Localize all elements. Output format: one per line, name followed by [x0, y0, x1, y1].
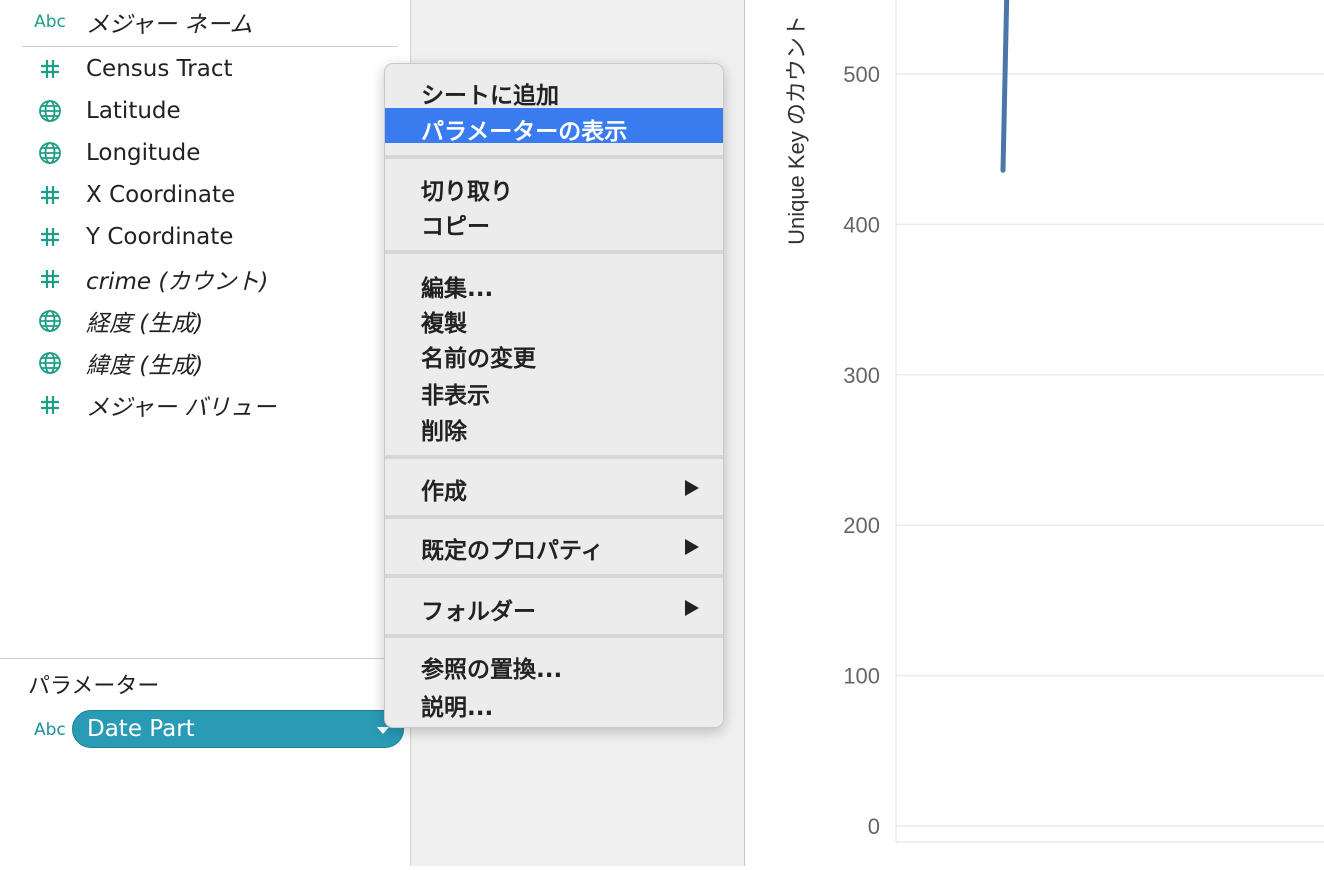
y-tick-label: 200 — [843, 513, 880, 538]
menu-separator — [385, 574, 723, 578]
y-axis-ticks: 500 400 300 200 100 0 — [843, 62, 880, 839]
globe-icon — [34, 141, 66, 165]
globe-icon — [34, 309, 66, 333]
field-label: Y Coordinate — [86, 224, 234, 250]
hash-icon — [34, 393, 66, 417]
data-pane: Abc メジャー ネーム Census Tract Latitude Longi… — [0, 0, 411, 866]
menu-item-cut[interactable]: 切り取り — [385, 168, 723, 205]
field-label: X Coordinate — [86, 182, 236, 208]
menu-item-rename[interactable]: 名前の変更 — [385, 335, 723, 372]
y-axis-label: Unique Key のカウント — [784, 15, 809, 245]
y-tick-label: 100 — [843, 664, 880, 689]
parameters-heading: パラメーター — [28, 674, 160, 699]
submenu-arrow-icon — [685, 600, 699, 616]
abc-icon: Abc — [34, 12, 66, 32]
y-tick-label: 500 — [843, 62, 880, 87]
hash-icon — [34, 225, 66, 249]
field-latitude-generated[interactable]: 緯度 (生成) — [0, 343, 400, 383]
parameter-date-part[interactable]: Date Part — [72, 710, 404, 748]
menu-item-duplicate[interactable]: 複製 — [385, 300, 723, 337]
hash-icon — [34, 267, 66, 291]
field-label: Longitude — [86, 140, 201, 166]
field-latitude[interactable]: Latitude — [0, 91, 400, 131]
line-chart: 500 400 300 200 100 0 Unique Key のカウント — [784, 0, 1324, 843]
parameter-label: Date Part — [87, 716, 195, 742]
menu-item-folders[interactable]: フォルダー — [385, 588, 723, 625]
menu-separator — [385, 634, 723, 638]
menu-item-replace-references[interactable]: 参照の置換... — [385, 646, 723, 683]
menu-item-edit[interactable]: 編集... — [385, 265, 723, 302]
y-tick-label: 400 — [843, 212, 880, 237]
field-label: Census Tract — [86, 56, 233, 82]
submenu-arrow-icon — [685, 539, 699, 555]
context-menu: シートに追加 パラメーターの表示 切り取り コピー 編集... 複製 名前の変更… — [384, 63, 724, 728]
menu-item-default-properties[interactable]: 既定のプロパティ — [385, 527, 723, 564]
field-longitude[interactable]: Longitude — [0, 133, 400, 173]
menu-item-hide[interactable]: 非表示 — [385, 372, 723, 409]
globe-icon — [34, 351, 66, 375]
field-x-coordinate[interactable]: X Coordinate — [0, 175, 400, 215]
field-measure-values[interactable]: メジャー バリュー — [0, 385, 400, 425]
menu-separator — [385, 250, 723, 254]
menu-item-copy[interactable]: コピー — [385, 203, 723, 240]
grid — [896, 73, 1324, 827]
menu-item-add-to-sheet[interactable]: シートに追加 — [385, 72, 723, 109]
field-label: Latitude — [86, 98, 181, 124]
menu-separator — [385, 155, 723, 159]
field-y-coordinate[interactable]: Y Coordinate — [0, 217, 400, 257]
series — [1000, 0, 1010, 173]
menu-item-delete[interactable]: 削除 — [385, 408, 723, 445]
abc-icon: Abc — [34, 720, 66, 740]
series-line[interactable] — [1000, 0, 1010, 173]
field-measure-names[interactable]: Abc メジャー ネーム — [0, 2, 400, 42]
menu-item-describe[interactable]: 説明... — [385, 684, 723, 721]
field-label: メジャー ネーム — [86, 12, 253, 38]
field-label: 経度 (生成) — [86, 311, 204, 337]
y-tick-label: 0 — [868, 814, 880, 839]
y-tick-label: 300 — [843, 363, 880, 388]
divider — [0, 658, 410, 659]
field-longitude-generated[interactable]: 経度 (生成) — [0, 301, 400, 341]
menu-separator — [385, 455, 723, 459]
field-crime-count[interactable]: crime (カウント) — [0, 259, 400, 299]
globe-icon — [34, 99, 66, 123]
field-label: crime (カウント) — [86, 269, 269, 295]
field-census-tract[interactable]: Census Tract — [0, 49, 400, 89]
field-label: 緯度 (生成) — [86, 353, 204, 379]
menu-item-show-parameter[interactable]: パラメーターの表示 — [385, 108, 723, 145]
hash-icon — [34, 57, 66, 81]
submenu-arrow-icon — [685, 480, 699, 496]
menu-item-create[interactable]: 作成 — [385, 468, 723, 505]
divider — [22, 46, 398, 47]
menu-separator — [385, 515, 723, 519]
chart-area: 500 400 300 200 100 0 Unique Key のカウント — [746, 0, 1324, 866]
hash-icon — [34, 183, 66, 207]
field-label: メジャー バリュー — [86, 395, 277, 421]
chevron-down-icon[interactable] — [377, 727, 389, 734]
